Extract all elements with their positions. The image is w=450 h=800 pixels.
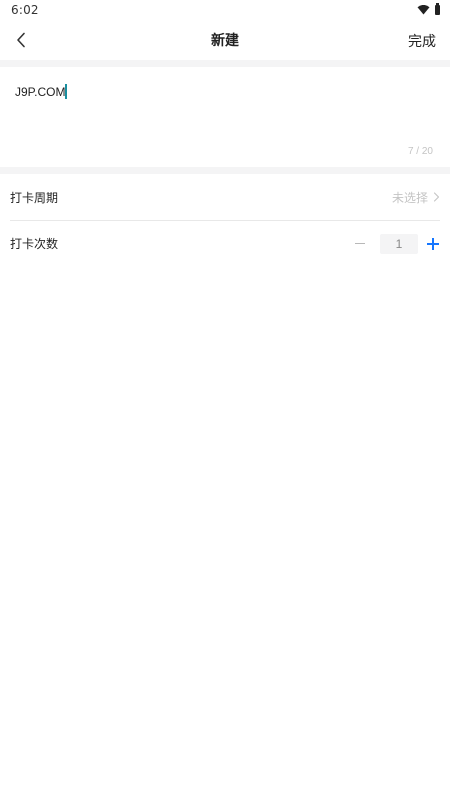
status-bar: 6:02 bbox=[0, 0, 450, 20]
period-selector[interactable]: 未选择 bbox=[392, 189, 440, 206]
name-text-value: J9P.COM bbox=[15, 85, 66, 99]
status-icons bbox=[417, 3, 440, 15]
period-row[interactable]: 打卡周期 未选择 bbox=[10, 174, 440, 220]
section-divider bbox=[0, 60, 450, 67]
back-button[interactable] bbox=[8, 26, 34, 54]
wifi-icon bbox=[417, 5, 430, 15]
count-input[interactable]: 1 bbox=[380, 233, 418, 254]
plus-icon[interactable] bbox=[426, 237, 440, 251]
page-title: 新建 bbox=[211, 33, 239, 49]
character-counter: 7 / 20 bbox=[407, 146, 433, 157]
nav-bar: 新建 完成 bbox=[0, 20, 450, 60]
section-divider bbox=[0, 167, 450, 174]
minus-icon[interactable] bbox=[352, 236, 368, 252]
status-time: 6:02 bbox=[11, 3, 39, 17]
name-textarea[interactable]: J9P.COM 7 / 20 bbox=[0, 67, 450, 167]
period-label: 打卡周期 bbox=[10, 190, 59, 205]
count-stepper: 1 bbox=[352, 233, 440, 254]
done-button[interactable]: 完成 bbox=[408, 31, 436, 51]
text-caret bbox=[65, 84, 67, 99]
count-label: 打卡次数 bbox=[10, 237, 59, 251]
count-row: 打卡次数 1 bbox=[10, 220, 440, 266]
battery-icon bbox=[435, 3, 440, 15]
back-icon bbox=[17, 32, 25, 48]
chevron-right-icon bbox=[433, 192, 440, 202]
period-value: 未选择 bbox=[391, 190, 428, 205]
